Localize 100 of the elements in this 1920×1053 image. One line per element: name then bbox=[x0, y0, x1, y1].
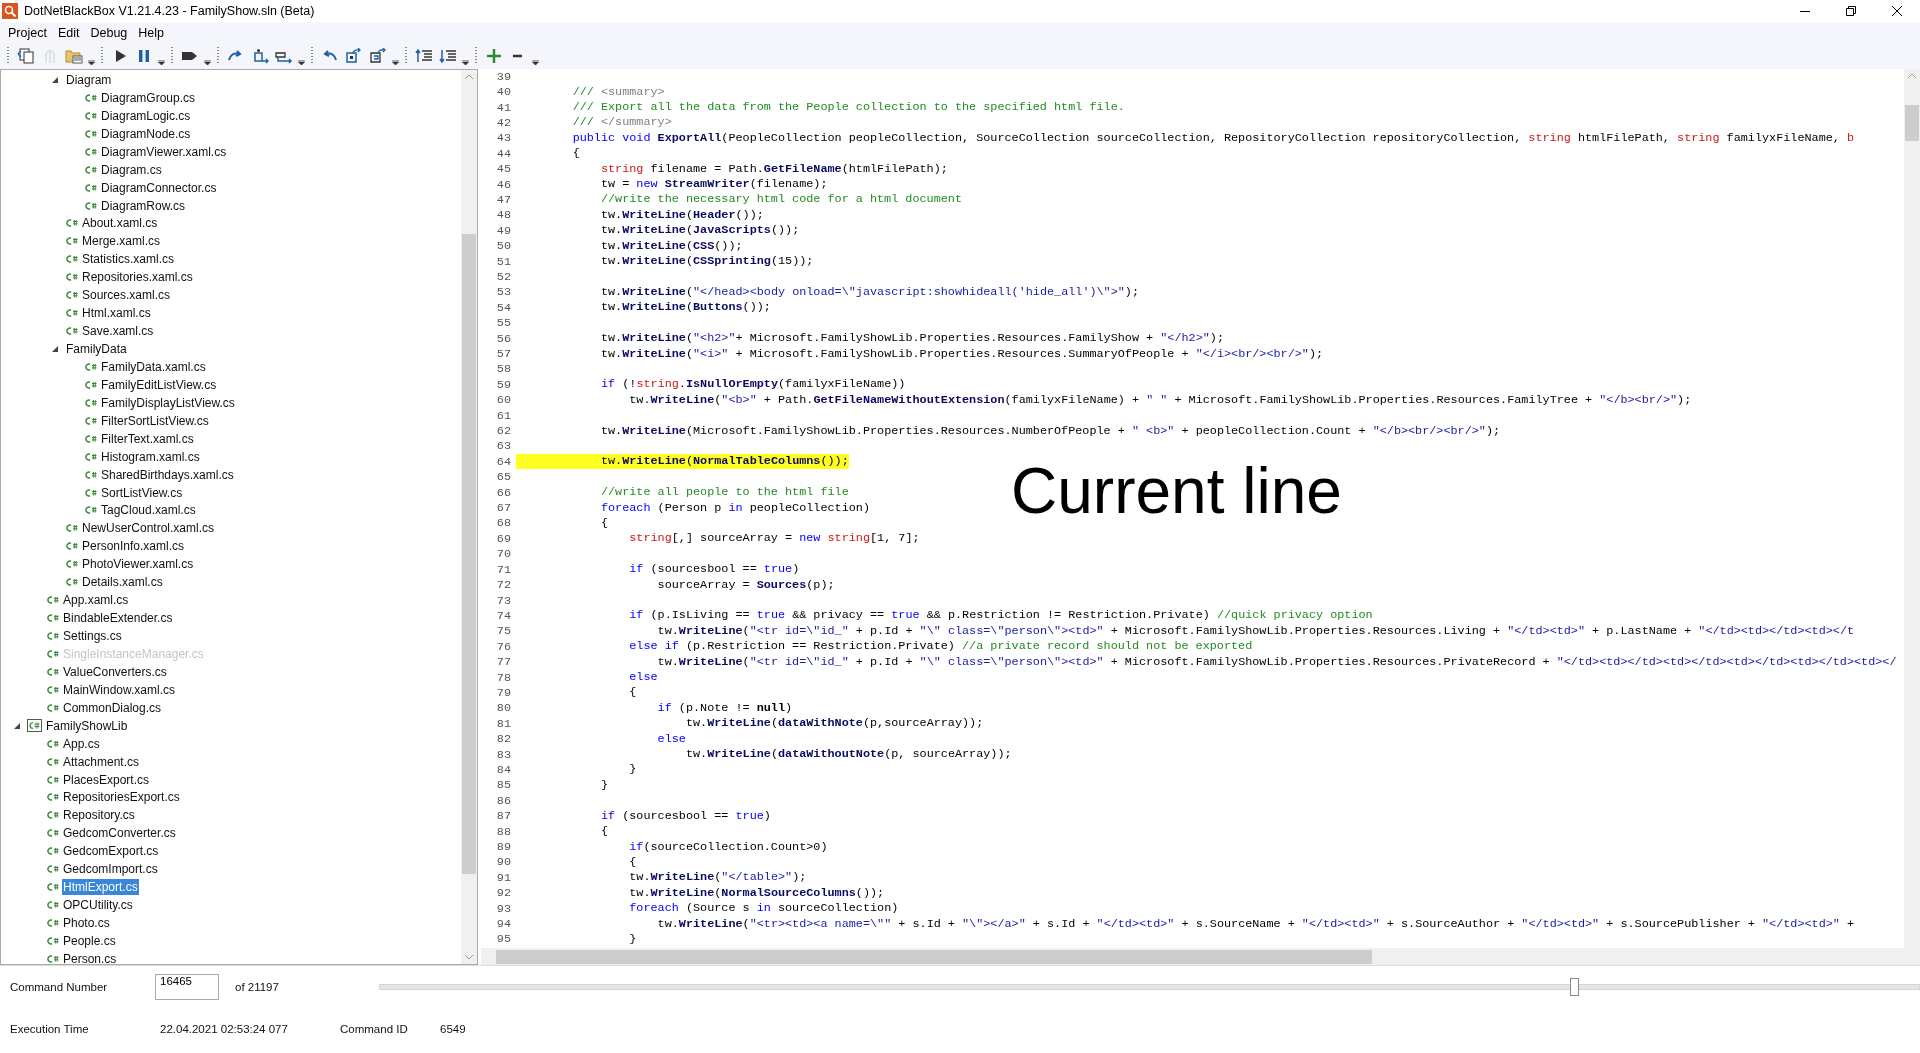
file-node[interactable]: ValueConverters.cs bbox=[62, 663, 168, 680]
file-node[interactable]: DiagramGroup.cs bbox=[100, 89, 197, 106]
expand-arrow-icon[interactable] bbox=[51, 75, 59, 84]
file-node[interactable]: About.xaml.cs bbox=[81, 215, 159, 232]
csharp-file-icon bbox=[85, 182, 97, 193]
file-node[interactable]: Photo.cs bbox=[62, 915, 111, 932]
project-node[interactable]: FamilyShowLib bbox=[45, 717, 129, 734]
file-node[interactable]: App.xaml.cs bbox=[62, 592, 130, 609]
file-node[interactable]: DiagramLogic.cs bbox=[100, 107, 192, 124]
scrollbar[interactable] bbox=[481, 948, 1920, 965]
file-node[interactable]: FilterText.xaml.cs bbox=[100, 430, 195, 447]
file-node[interactable]: HtmlExport.cs bbox=[62, 879, 139, 896]
file-node[interactable]: Attachment.cs bbox=[62, 753, 141, 770]
line-number: 48 bbox=[495, 208, 511, 223]
file-node[interactable]: OPCUtility.cs bbox=[62, 897, 134, 914]
file-node[interactable]: Details.xaml.cs bbox=[81, 574, 164, 591]
file-node[interactable]: Save.xaml.cs bbox=[81, 323, 155, 340]
file-node[interactable]: PersonInfo.xaml.cs bbox=[81, 538, 186, 555]
menu-item[interactable]: Project bbox=[4, 25, 54, 40]
file-node[interactable]: PhotoViewer.xaml.cs bbox=[81, 556, 195, 573]
code-line: { bbox=[628, 685, 637, 701]
plus-icon bbox=[486, 48, 502, 64]
menu-item[interactable]: Help bbox=[134, 25, 171, 40]
file-node[interactable]: DiagramNode.cs bbox=[100, 125, 192, 142]
file-node[interactable]: BindableExtender.cs bbox=[62, 610, 174, 627]
line-number: 95 bbox=[495, 932, 511, 947]
file-node[interactable]: GedcomExport.cs bbox=[62, 843, 160, 860]
file-node[interactable]: Histogram.xaml.cs bbox=[100, 448, 201, 465]
file-node[interactable]: People.cs bbox=[62, 932, 117, 949]
caret-icon bbox=[532, 60, 539, 65]
file-node[interactable]: Diagram.cs bbox=[100, 161, 163, 178]
folder-list-icon bbox=[65, 48, 83, 64]
file-node[interactable]: NewUserControl.xaml.cs bbox=[81, 520, 216, 537]
line-number: 80 bbox=[495, 701, 511, 716]
line-number: 50 bbox=[495, 239, 511, 254]
command-id-value: 6549 bbox=[440, 1023, 467, 1035]
line-number: 85 bbox=[495, 778, 511, 793]
csharp-file-icon bbox=[66, 577, 78, 588]
menu-item[interactable]: Debug bbox=[86, 25, 135, 40]
file-node[interactable]: SharedBirthdays.xaml.cs bbox=[100, 466, 235, 483]
slider-thumb[interactable] bbox=[1569, 978, 1579, 996]
csharp-file-icon bbox=[85, 397, 97, 408]
file-node[interactable]: CommonDialog.cs bbox=[62, 699, 163, 716]
csharp-file-icon bbox=[47, 702, 59, 713]
file-node[interactable]: DiagramConnector.cs bbox=[100, 179, 218, 196]
file-node[interactable]: PlacesExport.cs bbox=[62, 771, 151, 788]
file-node[interactable]: Html.xaml.cs bbox=[81, 305, 152, 322]
csharp-file-icon bbox=[85, 92, 97, 103]
code-line: sourceArray = Sources(p); bbox=[656, 577, 835, 593]
file-node[interactable]: FilterSortListView.cs bbox=[100, 412, 210, 429]
expand-arrow-icon[interactable] bbox=[13, 721, 21, 730]
scrollbar[interactable] bbox=[1904, 69, 1920, 948]
csharp-file-icon bbox=[85, 200, 97, 211]
line-number: 52 bbox=[495, 270, 511, 284]
file-node[interactable]: FamilyDisplayListView.cs bbox=[100, 394, 236, 411]
file-node[interactable]: GedcomConverter.cs bbox=[62, 825, 177, 842]
file-node[interactable]: Repository.cs bbox=[62, 807, 136, 824]
file-node[interactable]: GedcomImport.cs bbox=[62, 861, 159, 878]
folder-node[interactable]: Diagram bbox=[65, 71, 113, 88]
file-node[interactable]: App.cs bbox=[62, 735, 101, 752]
line-number: 81 bbox=[495, 716, 511, 731]
folder-node[interactable]: FamilyData bbox=[65, 341, 128, 358]
file-node[interactable]: Sources.xaml.cs bbox=[81, 287, 172, 304]
file-node[interactable]: FamilyEditListView.cs bbox=[100, 376, 218, 393]
file-node[interactable]: TagCloud.xaml.cs bbox=[100, 502, 197, 519]
line-number: 54 bbox=[495, 300, 511, 315]
caret-icon bbox=[298, 60, 305, 65]
scroll-thumb[interactable] bbox=[1905, 105, 1919, 141]
file-node[interactable]: DiagramViewer.xaml.cs bbox=[100, 143, 228, 160]
file-node[interactable]: Person.cs bbox=[62, 950, 118, 964]
file-node[interactable]: Settings.cs bbox=[62, 628, 123, 645]
caret-icon bbox=[462, 60, 469, 65]
file-node[interactable]: FamilyData.xaml.cs bbox=[100, 358, 207, 375]
scroll-thumb[interactable] bbox=[496, 949, 1372, 964]
expand-arrow-icon[interactable] bbox=[51, 345, 59, 354]
line-number: 57 bbox=[495, 347, 511, 361]
menu-item[interactable]: Edit bbox=[53, 25, 87, 40]
file-node[interactable]: Statistics.xaml.cs bbox=[81, 251, 175, 268]
line-number: 49 bbox=[495, 223, 511, 238]
file-node[interactable]: SortListView.cs bbox=[100, 484, 184, 501]
line-number: 70 bbox=[495, 547, 511, 562]
file-node[interactable]: Merge.xaml.cs bbox=[81, 233, 162, 250]
scroll-thumb[interactable] bbox=[462, 234, 476, 874]
command-number-field[interactable]: 16465 bbox=[155, 974, 219, 1000]
minimize-icon bbox=[1800, 10, 1810, 12]
file-node[interactable]: Repositories.xaml.cs bbox=[81, 269, 194, 286]
csharp-file-icon bbox=[47, 953, 59, 964]
file-node[interactable]: MainWindow.xaml.cs bbox=[62, 681, 177, 698]
csharp-file-icon bbox=[47, 900, 59, 911]
line-number: 66 bbox=[495, 485, 511, 500]
code-line: if (sourcesbool == true) bbox=[628, 562, 800, 578]
file-node[interactable]: DiagramRow.cs bbox=[100, 197, 187, 214]
scrollbar[interactable] bbox=[461, 70, 477, 964]
code-line: tw.WriteLine(Microsoft.FamilyShowLib.Properties.Resources.NumberOfPeople + " <b>" + peopleCollection.Count + "</b><br/><br/>"); bbox=[599, 423, 1501, 439]
step-back-icon bbox=[345, 48, 363, 64]
copy-pages-button[interactable] bbox=[15, 45, 37, 67]
command-slider[interactable] bbox=[378, 978, 1920, 996]
file-node[interactable]: RepositoriesExport.cs bbox=[62, 789, 181, 806]
csharp-file-icon bbox=[47, 846, 59, 857]
line-number: 90 bbox=[495, 855, 511, 870]
